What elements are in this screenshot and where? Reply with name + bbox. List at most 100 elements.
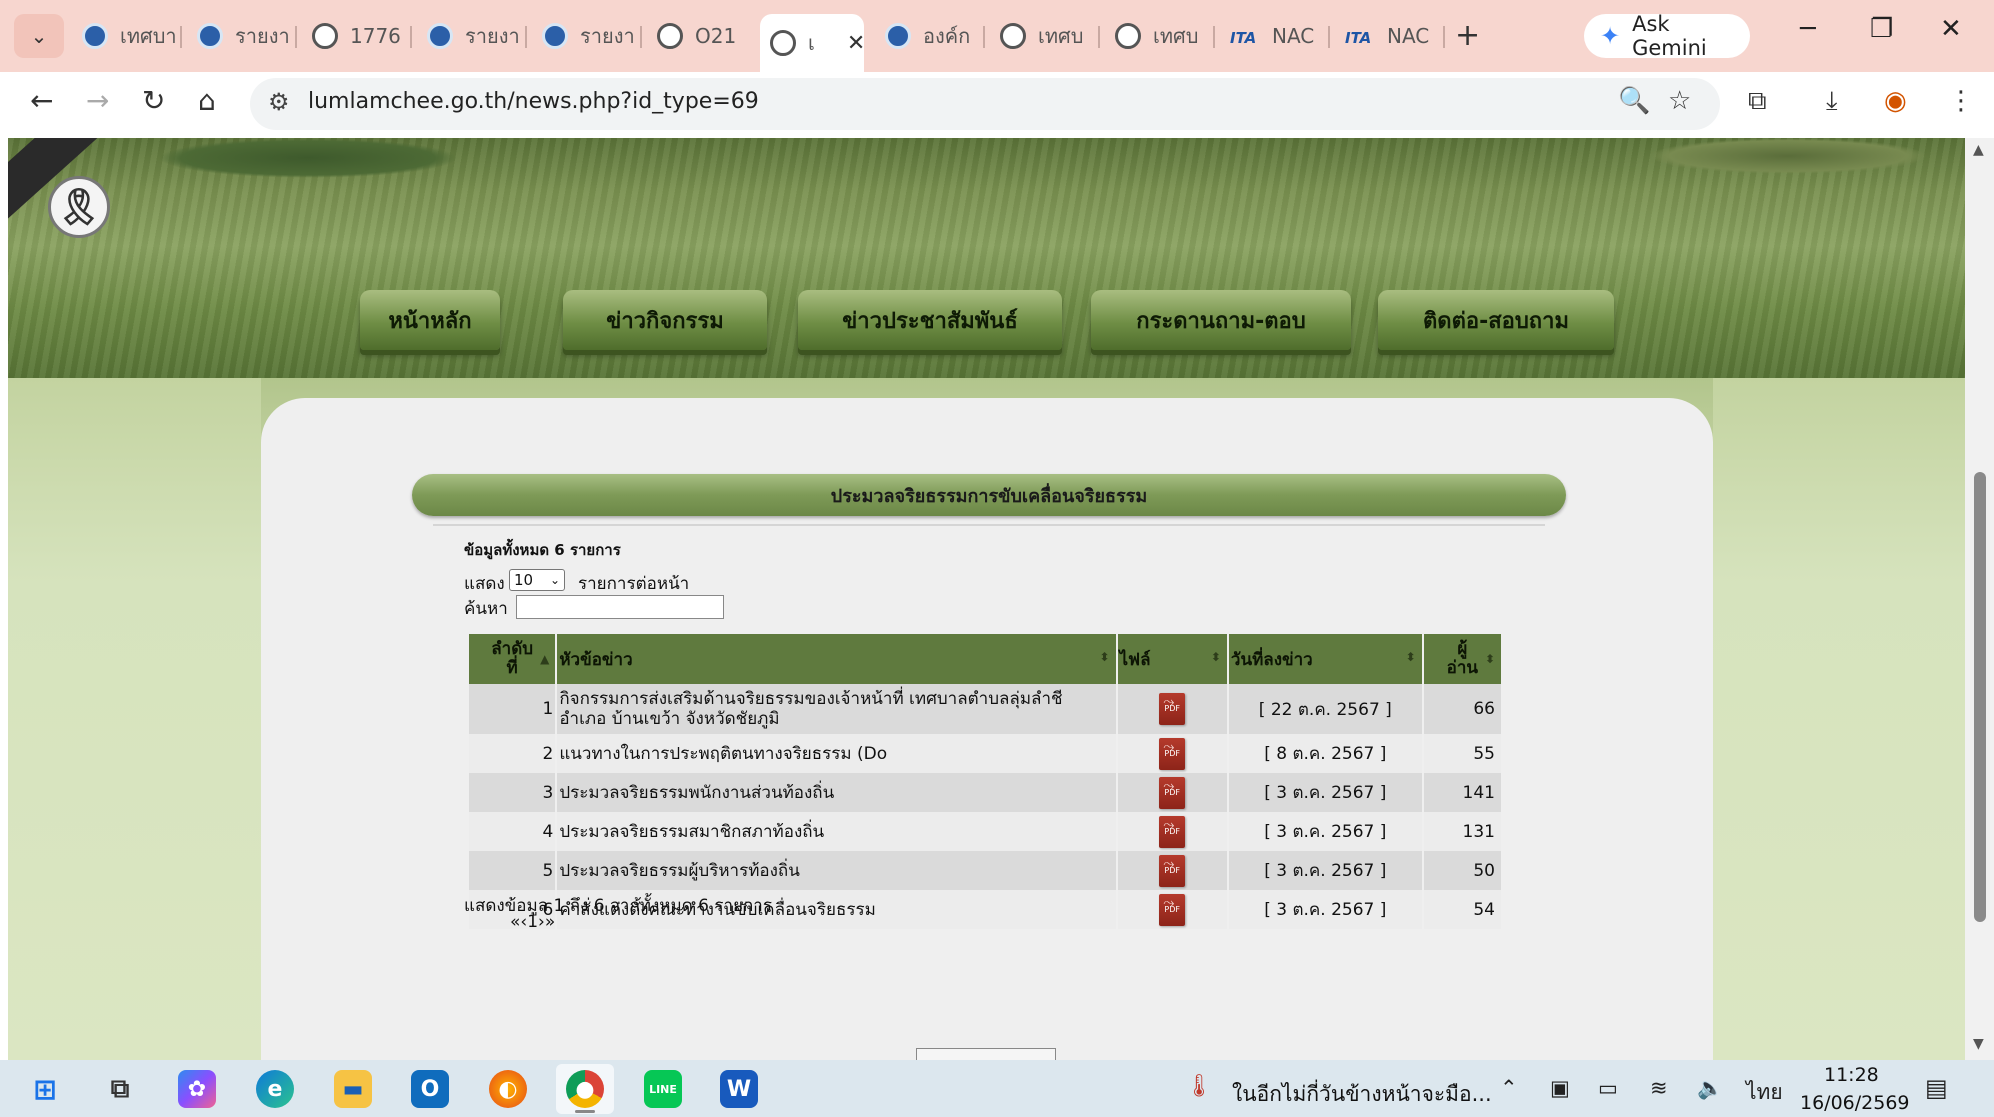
globe-icon: [312, 23, 338, 49]
news-title-link[interactable]: กิจกรรมการส่งเสริมด้านจริยธรรมของเจ้าหน้…: [557, 684, 1116, 734]
pdf-file-icon[interactable]: PDF: [1159, 809, 1186, 848]
header-banner: 🎗 หน้าหลัก ข่าวกิจกรรม ข่าวประชาสัมพันธ์…: [8, 138, 1965, 378]
menu-qa-board[interactable]: กระดานถาม-ตอบ: [1091, 290, 1351, 350]
copilot-icon[interactable]: ✿: [178, 1070, 216, 1108]
column-header-no[interactable]: ลำดับ ที่ ▲: [469, 634, 556, 684]
trees-right: [1648, 138, 1928, 174]
extensions-icon[interactable]: ⧉: [1748, 86, 1767, 117]
task-view-icon[interactable]: ⧉: [101, 1070, 139, 1108]
scrollbar-thumb[interactable]: [1974, 472, 1986, 922]
clock-date[interactable]: 16/06/2569: [1800, 1092, 1910, 1114]
firefox-icon[interactable]: ◐: [489, 1070, 527, 1108]
search-label: ค้นหา: [464, 599, 508, 619]
side-panel-left: [8, 378, 261, 1060]
site-settings-icon[interactable]: ⚙: [268, 88, 290, 116]
home-icon[interactable]: ⌂: [198, 84, 216, 117]
pdf-file-icon[interactable]: PDF: [1159, 686, 1186, 725]
zoom-icon[interactable]: 🔍: [1618, 86, 1650, 116]
download-icon[interactable]: ⤓: [1826, 86, 1838, 117]
tab[interactable]: เทศบ: [990, 16, 1083, 56]
page-size-select[interactable]: 10 ⌄: [509, 569, 565, 591]
close-window-button[interactable]: ✕: [1940, 14, 1962, 44]
outlook-icon[interactable]: O: [411, 1070, 449, 1108]
battery-icon[interactable]: ▭: [1598, 1076, 1618, 1100]
tab[interactable]: 1776: [302, 16, 401, 56]
url-text[interactable]: lumlamchee.go.th/news.php?id_type=69: [308, 89, 759, 114]
tab[interactable]: ITA NAC: [1220, 16, 1314, 56]
input-language[interactable]: ไทย: [1746, 1076, 1783, 1109]
line-icon[interactable]: LINE: [644, 1070, 682, 1108]
pagination[interactable]: «‹1›»: [510, 912, 555, 932]
forward-icon[interactable]: →: [86, 84, 109, 117]
sort-icon: ⬍: [1210, 650, 1221, 664]
minimize-button[interactable]: ─: [1800, 14, 1816, 44]
sort-icon: ⬍: [1405, 650, 1416, 664]
tab[interactable]: รายงา: [417, 16, 520, 56]
mourning-ribbon-icon: 🎗: [48, 176, 110, 238]
bottom-button-group[interactable]: [916, 1048, 1056, 1060]
menu-activity-news[interactable]: ข่าวกิจกรรม: [563, 290, 767, 350]
news-title-link[interactable]: ประมวลจริยธรรมสมาชิกสภาท้องถิ่น: [557, 812, 1116, 851]
notification-icon[interactable]: ▤: [1925, 1074, 1948, 1102]
post-date: [ 3 ต.ค. 2567 ]: [1228, 890, 1422, 929]
scroll-down-icon[interactable]: ▼: [1973, 1036, 1984, 1052]
close-tab-icon[interactable]: ✕: [847, 31, 865, 56]
more-menu-icon[interactable]: ⋮: [1948, 86, 1974, 116]
column-header-file[interactable]: ไฟล์ ⬍: [1117, 634, 1227, 684]
pdf-file-icon[interactable]: PDF: [1159, 731, 1186, 770]
tab[interactable]: รายงา: [532, 16, 635, 56]
column-header-date[interactable]: วันที่ลงข่าว ⬍: [1228, 634, 1422, 684]
menu-pr-news[interactable]: ข่าวประชาสัมพันธ์: [798, 290, 1062, 350]
tab[interactable]: เทศบ: [1105, 16, 1198, 56]
column-header-views[interactable]: ผู้ อ่าน ⬍: [1423, 634, 1501, 684]
menu-home[interactable]: หน้าหลัก: [360, 290, 500, 350]
weather-thermometer-icon[interactable]: 🌡: [1185, 1074, 1213, 1099]
municipal-seal-icon: [427, 23, 453, 49]
windows-start-icon[interactable]: ⊞: [26, 1070, 64, 1108]
show-hidden-icons-icon[interactable]: ⌃: [1500, 1076, 1518, 1100]
restore-button[interactable]: ❐: [1870, 14, 1893, 44]
tab[interactable]: รายงา: [187, 16, 290, 56]
post-date: [ 3 ต.ค. 2567 ]: [1228, 773, 1422, 812]
meet-now-icon[interactable]: ▣: [1550, 1076, 1570, 1100]
back-icon[interactable]: ←: [30, 84, 53, 117]
view-count: 50: [1423, 851, 1501, 890]
tab[interactable]: ITA NAC: [1335, 16, 1429, 56]
weather-widget-text[interactable]: ในอีกไม่กี่วันข้างหน้าจะมือ...: [1232, 1078, 1492, 1111]
pdf-file-icon[interactable]: PDF: [1159, 848, 1186, 887]
word-icon[interactable]: W: [720, 1070, 758, 1108]
edge-icon[interactable]: e: [256, 1070, 294, 1108]
table-row: 5 ประมวลจริยธรรมผู้บริหารท้องถิ่น PDF [ …: [469, 848, 1501, 890]
menu-contact[interactable]: ติดต่อ-สอบถาม: [1378, 290, 1614, 350]
vertical-scrollbar[interactable]: ▲ ▼: [1965, 138, 1994, 1060]
tab-separator: [295, 26, 297, 48]
profile-icon[interactable]: ◉: [1884, 86, 1907, 116]
ask-gemini-button[interactable]: ✦ Ask Gemini: [1584, 12, 1750, 60]
new-tab-button[interactable]: +: [1455, 18, 1480, 53]
tab[interactable]: O21: [647, 16, 736, 56]
column-header-title[interactable]: หัวข้อข่าว ⬍: [557, 634, 1116, 684]
scroll-up-icon[interactable]: ▲: [1973, 142, 1984, 158]
news-title-link[interactable]: ประมวลจริยธรรมผู้บริหารท้องถิ่น: [557, 851, 1116, 890]
pdf-file-icon[interactable]: PDF: [1159, 770, 1186, 809]
tab[interactable]: เทศบา: [72, 16, 177, 56]
news-title-link[interactable]: แนวทางในการประพฤติตนทางจริยธรรม (Do: [557, 734, 1116, 773]
pdf-file-icon[interactable]: PDF: [1159, 887, 1186, 926]
tab-search-button[interactable]: ⌄: [14, 14, 64, 58]
reload-icon[interactable]: ↻: [142, 84, 165, 117]
chevron-down-icon: ⌄: [30, 24, 48, 48]
wifi-icon[interactable]: ≋: [1650, 1076, 1668, 1100]
news-title-link[interactable]: ประมวลจริยธรรมพนักงานส่วนท้องถิ่น: [557, 773, 1116, 812]
bookmark-star-icon[interactable]: ☆: [1668, 86, 1691, 116]
search-input[interactable]: [516, 595, 724, 619]
tab-separator: [983, 26, 985, 48]
sort-icon: ⬍: [1484, 652, 1495, 666]
clock-time[interactable]: 11:28: [1824, 1064, 1879, 1086]
tab-active[interactable]: เ ✕: [760, 14, 865, 72]
file-explorer-icon[interactable]: ▬: [334, 1070, 372, 1108]
volume-icon[interactable]: 🔈: [1697, 1076, 1723, 1101]
chrome-icon[interactable]: ●: [566, 1070, 604, 1108]
tab-separator: [1328, 26, 1330, 48]
tab[interactable]: องค์ก: [875, 16, 970, 56]
tab-separator: [410, 26, 412, 48]
